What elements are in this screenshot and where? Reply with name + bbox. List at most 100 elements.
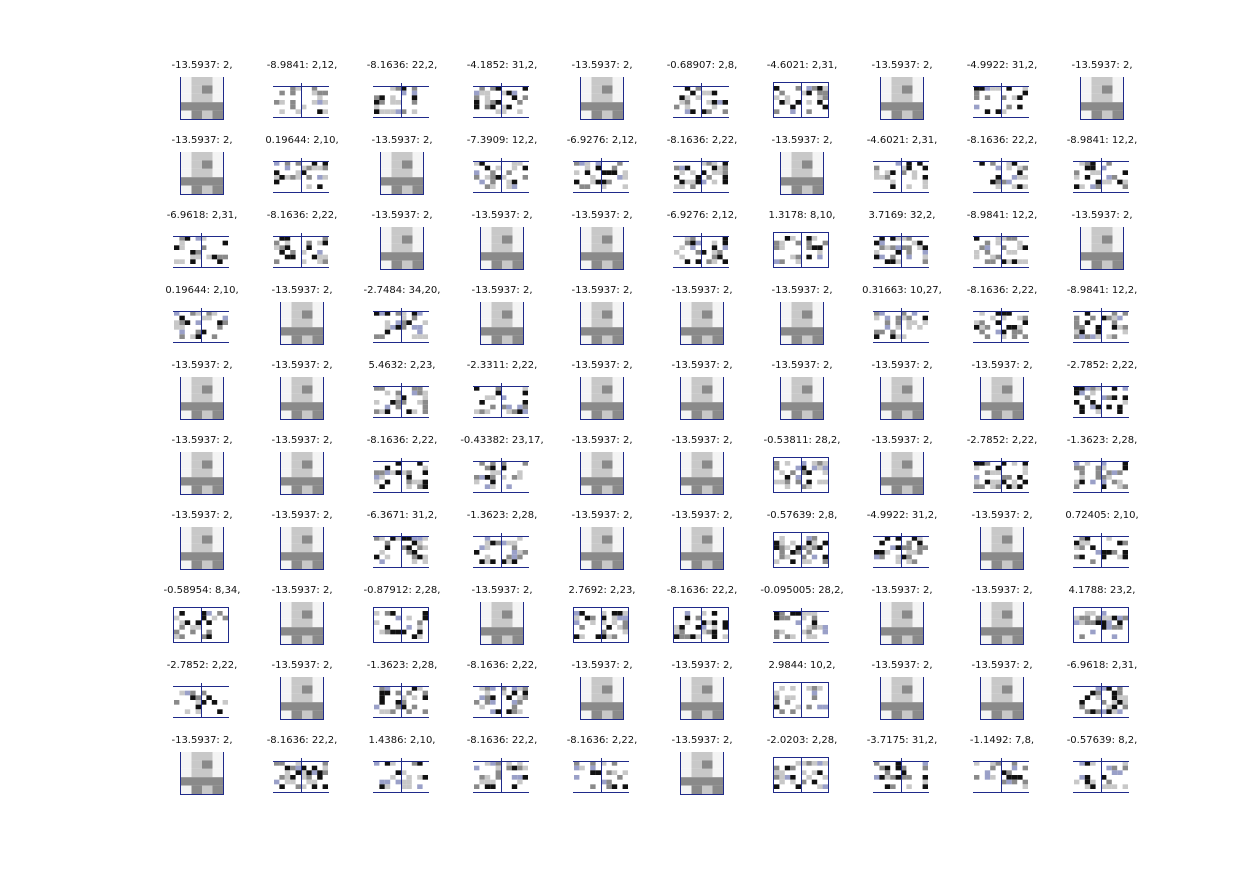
pixel	[1002, 560, 1013, 569]
pixel	[612, 677, 623, 686]
pixel	[702, 535, 713, 544]
thumbnail-caption: -8.9841: 2,12,	[266, 60, 338, 71]
pixel	[291, 410, 302, 419]
pixel	[384, 611, 391, 616]
pixel	[302, 635, 313, 644]
pixel	[212, 760, 223, 769]
pixel	[212, 543, 223, 553]
pixel	[1017, 95, 1023, 100]
pixel	[490, 700, 496, 705]
pixel	[891, 468, 902, 478]
pixel	[374, 470, 380, 475]
pixel	[1079, 470, 1085, 475]
pixel	[181, 768, 192, 778]
pixel	[922, 779, 928, 785]
pixel	[402, 260, 413, 269]
pixel	[281, 535, 292, 544]
pixel	[517, 700, 523, 705]
pixel	[890, 254, 896, 260]
pixel	[491, 243, 502, 253]
pixel	[912, 477, 923, 486]
pixel	[1079, 615, 1085, 621]
pixel	[811, 245, 818, 250]
pixel	[781, 185, 792, 194]
pixel	[312, 677, 323, 686]
thumbnail-image	[673, 158, 729, 193]
pixel	[1012, 385, 1023, 394]
pixel	[502, 610, 513, 619]
pixel	[312, 527, 323, 536]
pixel	[995, 320, 1001, 325]
pixel	[284, 765, 291, 771]
pixel	[612, 393, 623, 403]
thumbnail-caption: -2.7852: 2,22,	[1066, 360, 1138, 371]
pixel	[695, 179, 701, 185]
pixel	[912, 452, 923, 461]
pixel	[1117, 709, 1123, 714]
pixel	[1011, 779, 1018, 785]
pixel	[681, 385, 692, 394]
pixel	[490, 559, 496, 564]
pixel	[191, 152, 202, 161]
pixel	[1002, 535, 1013, 544]
pixel	[974, 325, 980, 330]
pixel	[1111, 625, 1118, 630]
pixel	[812, 310, 823, 319]
pixel	[890, 329, 896, 335]
pixel	[684, 240, 691, 246]
pixel	[202, 77, 213, 86]
pixel	[1022, 165, 1028, 171]
pixel	[791, 410, 802, 419]
pixel	[995, 165, 1001, 171]
pixel	[306, 779, 312, 785]
pixel	[702, 452, 713, 461]
pixel	[490, 784, 496, 789]
pixel	[574, 765, 580, 771]
pixel	[284, 245, 291, 250]
pixel	[602, 560, 613, 569]
pixel	[891, 610, 902, 619]
pixel	[312, 302, 323, 311]
pixel	[1117, 325, 1123, 330]
pixel	[317, 240, 323, 246]
pixel	[490, 404, 496, 410]
pixel	[291, 627, 302, 636]
pixel	[1106, 620, 1112, 625]
thumbnail-image	[1073, 607, 1129, 643]
thumbnail-image	[173, 683, 229, 718]
pixel	[681, 693, 692, 703]
pixel	[474, 765, 480, 771]
pixel	[981, 402, 992, 411]
pixel	[474, 95, 480, 100]
pixel	[974, 475, 980, 480]
pixel	[374, 409, 380, 414]
pixel	[581, 410, 592, 419]
pixel	[384, 404, 391, 410]
pixel	[612, 543, 623, 553]
pixel	[212, 768, 223, 778]
pixel	[379, 709, 385, 714]
pixel	[990, 479, 996, 485]
pixel	[691, 468, 702, 478]
pixel	[602, 243, 613, 253]
pixel	[484, 175, 491, 180]
pixel	[874, 315, 880, 321]
pixel	[1122, 395, 1128, 400]
thumbnail-image	[173, 233, 229, 268]
pixel	[1079, 704, 1085, 710]
pixel	[691, 302, 702, 311]
pixel	[374, 475, 380, 480]
pixel	[417, 620, 423, 625]
pixel	[1111, 784, 1118, 789]
pixel	[1117, 690, 1123, 696]
pixel	[1117, 484, 1123, 489]
pixel	[491, 227, 502, 236]
thumbnail-cell: -13.5937: 2,	[552, 60, 652, 135]
pixel	[274, 170, 280, 175]
pixel	[691, 335, 702, 344]
pixel	[422, 709, 428, 714]
thumbnail-caption: -13.5937: 2,	[471, 285, 533, 296]
pixel	[802, 410, 813, 419]
pixel	[611, 170, 618, 175]
pixel	[591, 452, 602, 461]
